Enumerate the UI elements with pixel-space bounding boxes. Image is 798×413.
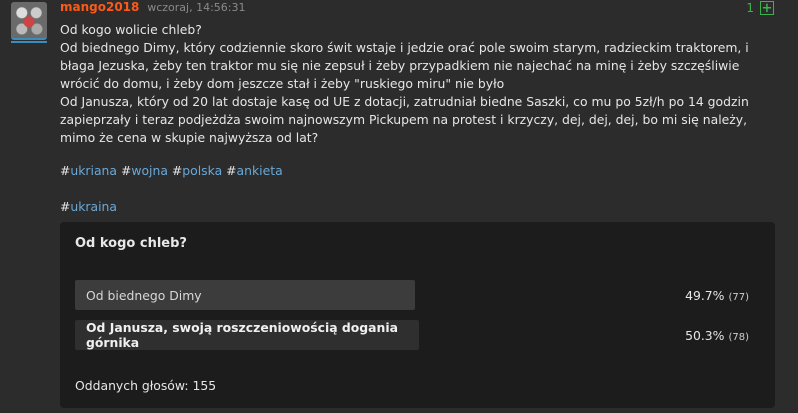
poll-result: 50.3% (78) — [685, 328, 749, 343]
poll-count: (77) — [728, 292, 749, 303]
poll-total: Oddanych głosów: 155 — [75, 378, 217, 393]
tag-link[interactable]: #ankieta — [226, 163, 283, 178]
tag-link[interactable]: #polska — [172, 163, 222, 178]
tag-link[interactable]: #ukraina — [60, 199, 117, 214]
poll-title: Od kogo chleb? — [75, 236, 187, 251]
poll-count: (78) — [728, 332, 749, 343]
username-link[interactable]: mango2018 — [60, 0, 139, 14]
post-line: Od Janusza, który od 20 lat dostaje kasę… — [60, 94, 749, 145]
tags-line: #ukraina — [60, 199, 117, 214]
tags-line: #ukriana #wojna #polska #ankieta — [60, 163, 283, 178]
post-line: Od kogo wolicie chleb? — [60, 22, 202, 37]
tag-link[interactable]: #wojna — [121, 163, 168, 178]
tag-link[interactable]: #ukriana — [60, 163, 117, 178]
post-header: mango2018 wczoraj, 14:56:31 — [60, 0, 245, 16]
post-line: Od biednego Dimy, który codziennie skoro… — [60, 40, 749, 91]
poll-option[interactable]: Od biednego Dimy — [75, 280, 415, 310]
post-date[interactable]: wczoraj, 14:56:31 — [147, 1, 245, 14]
poll-box: Od kogo chleb? Od biednego Dimy 49.7% (77… — [60, 222, 775, 408]
vote-count: 1 — [746, 1, 754, 15]
post-body: Od kogo wolicie chleb? Od biednego Dimy,… — [60, 21, 780, 147]
avatar[interactable] — [11, 2, 47, 40]
upvote-button[interactable]: + — [760, 1, 774, 15]
poll-result: 49.7% (77) — [685, 288, 749, 303]
poll-percent: 50.3% — [685, 328, 725, 343]
avatar-underline — [11, 41, 47, 43]
vote-box: 1 + — [746, 1, 774, 15]
poll-percent: 49.7% — [685, 288, 725, 303]
poll-option[interactable]: Od Janusza, swoją roszczeniowością dogan… — [75, 320, 419, 350]
